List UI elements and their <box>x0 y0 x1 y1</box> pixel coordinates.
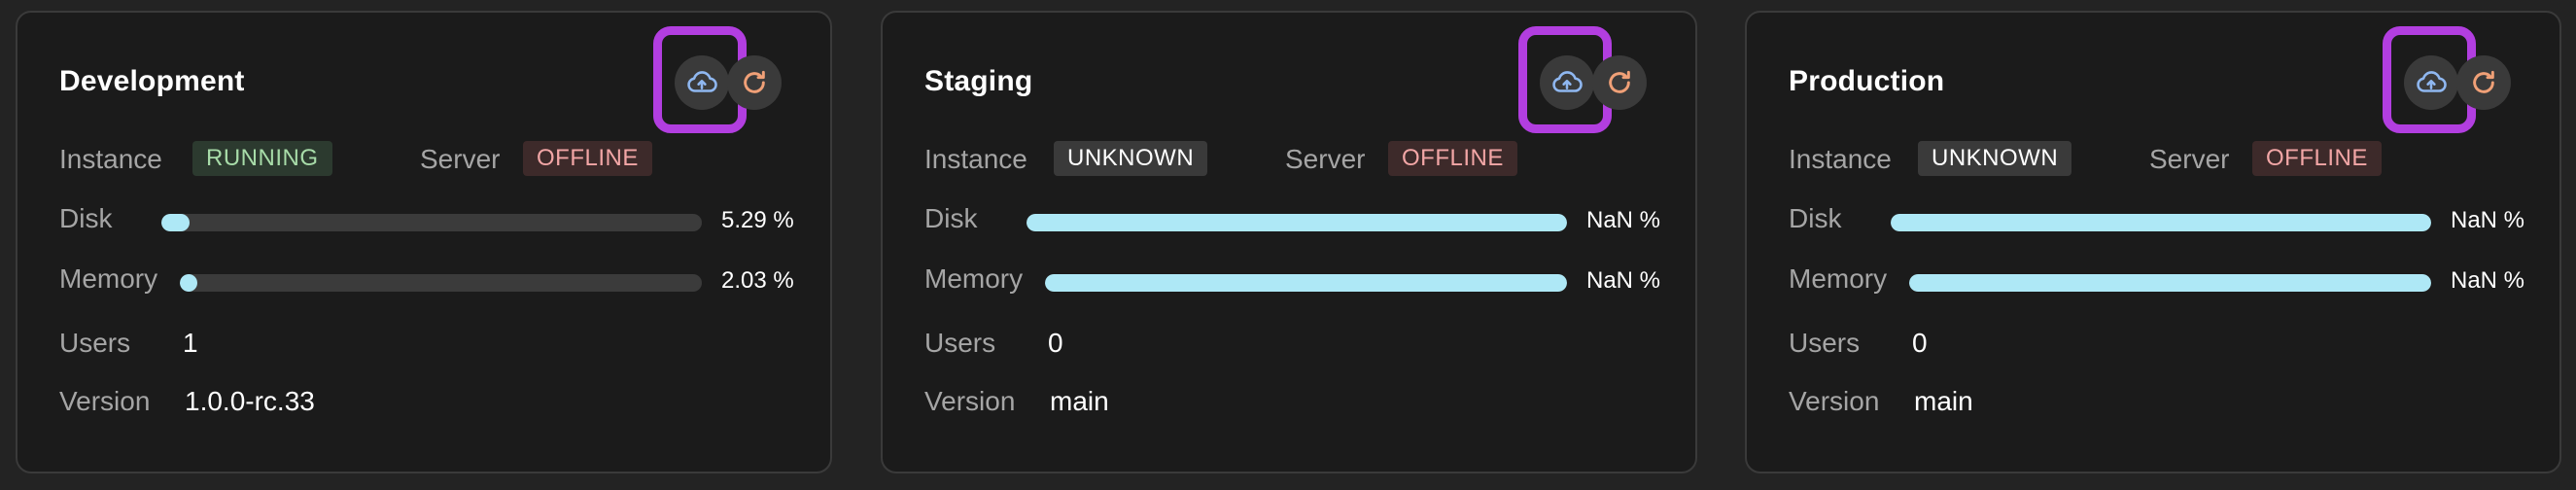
users-count: 0 <box>1912 328 1928 358</box>
upload-button[interactable] <box>2404 55 2458 110</box>
instance-label: Instance <box>924 144 1027 174</box>
refresh-button[interactable] <box>1592 55 1647 110</box>
disk-usage-fill <box>161 214 191 231</box>
memory-usage-percent: NaN % <box>2451 267 2525 294</box>
version-label: Version <box>59 386 151 416</box>
disk-label: Disk <box>924 203 978 233</box>
disk-usage-percent: NaN % <box>1586 207 1661 233</box>
disk-usage-fill <box>1027 214 1567 231</box>
instance-label: Instance <box>1789 144 1892 174</box>
memory-usage-bar <box>1045 274 1567 292</box>
version-label: Version <box>924 386 1016 416</box>
refresh-icon <box>2473 70 2494 93</box>
disk-usage-percent: 5.29 % <box>721 207 794 233</box>
server-label: Server <box>2149 144 2230 174</box>
cloud-upload-icon <box>2417 71 2447 92</box>
refresh-icon <box>1609 70 1630 93</box>
memory-usage-percent: NaN % <box>1586 267 1661 294</box>
upload-button[interactable] <box>1540 55 1594 110</box>
memory-label: Memory <box>59 263 158 294</box>
memory-usage-percent: 2.03 % <box>721 267 794 294</box>
refresh-icon <box>744 70 765 93</box>
users-label: Users <box>59 328 131 358</box>
card-title: Development <box>59 65 245 97</box>
users-label: Users <box>1789 328 1861 358</box>
disk-usage-fill <box>1891 214 2431 231</box>
disk-usage-bar <box>161 214 702 231</box>
server-label: Server <box>420 144 501 174</box>
instance-status-badge: UNKNOWN <box>1918 141 2072 176</box>
refresh-button[interactable] <box>727 55 782 110</box>
disk-usage-percent: NaN % <box>2451 207 2525 233</box>
version-value: main <box>1050 386 1109 416</box>
memory-usage-fill <box>180 274 197 292</box>
server-status-badge: OFFLINE <box>523 141 652 176</box>
instance-status-badge: RUNNING <box>192 141 332 176</box>
memory-usage-bar <box>1909 274 2431 292</box>
memory-usage-bar <box>180 274 702 292</box>
environment-card-production: Production Instance UNKNOWN Server OFFLI… <box>1745 11 2561 473</box>
server-label: Server <box>1285 144 1366 174</box>
memory-label: Memory <box>924 263 1024 294</box>
card-title: Staging <box>924 65 1033 97</box>
version-value: main <box>1914 386 1973 416</box>
server-status-badge: OFFLINE <box>1388 141 1517 176</box>
upload-button[interactable] <box>675 55 729 110</box>
instance-label: Instance <box>59 144 162 174</box>
memory-label: Memory <box>1789 263 1888 294</box>
cloud-upload-icon <box>687 71 717 92</box>
disk-usage-bar <box>1027 214 1567 231</box>
refresh-button[interactable] <box>2456 55 2511 110</box>
users-count: 0 <box>1048 328 1063 358</box>
users-count: 1 <box>183 328 198 358</box>
card-title: Production <box>1789 65 1945 97</box>
instance-status-badge: UNKNOWN <box>1054 141 1208 176</box>
memory-usage-fill <box>1045 274 1567 292</box>
cloud-upload-icon <box>1552 71 1583 92</box>
users-label: Users <box>924 328 996 358</box>
environment-card-staging: Staging Instance UNKNOWN Server OFFLINE … <box>881 11 1697 473</box>
disk-label: Disk <box>1789 203 1842 233</box>
disk-usage-bar <box>1891 214 2431 231</box>
memory-usage-fill <box>1909 274 2431 292</box>
environment-card-development: Development Instance RUNNING Server OFFL… <box>16 11 832 473</box>
disk-label: Disk <box>59 203 113 233</box>
version-label: Version <box>1789 386 1880 416</box>
version-value: 1.0.0-rc.33 <box>185 386 315 416</box>
server-status-badge: OFFLINE <box>2252 141 2382 176</box>
environment-cards: Development Instance RUNNING Server OFFL… <box>0 0 2576 490</box>
